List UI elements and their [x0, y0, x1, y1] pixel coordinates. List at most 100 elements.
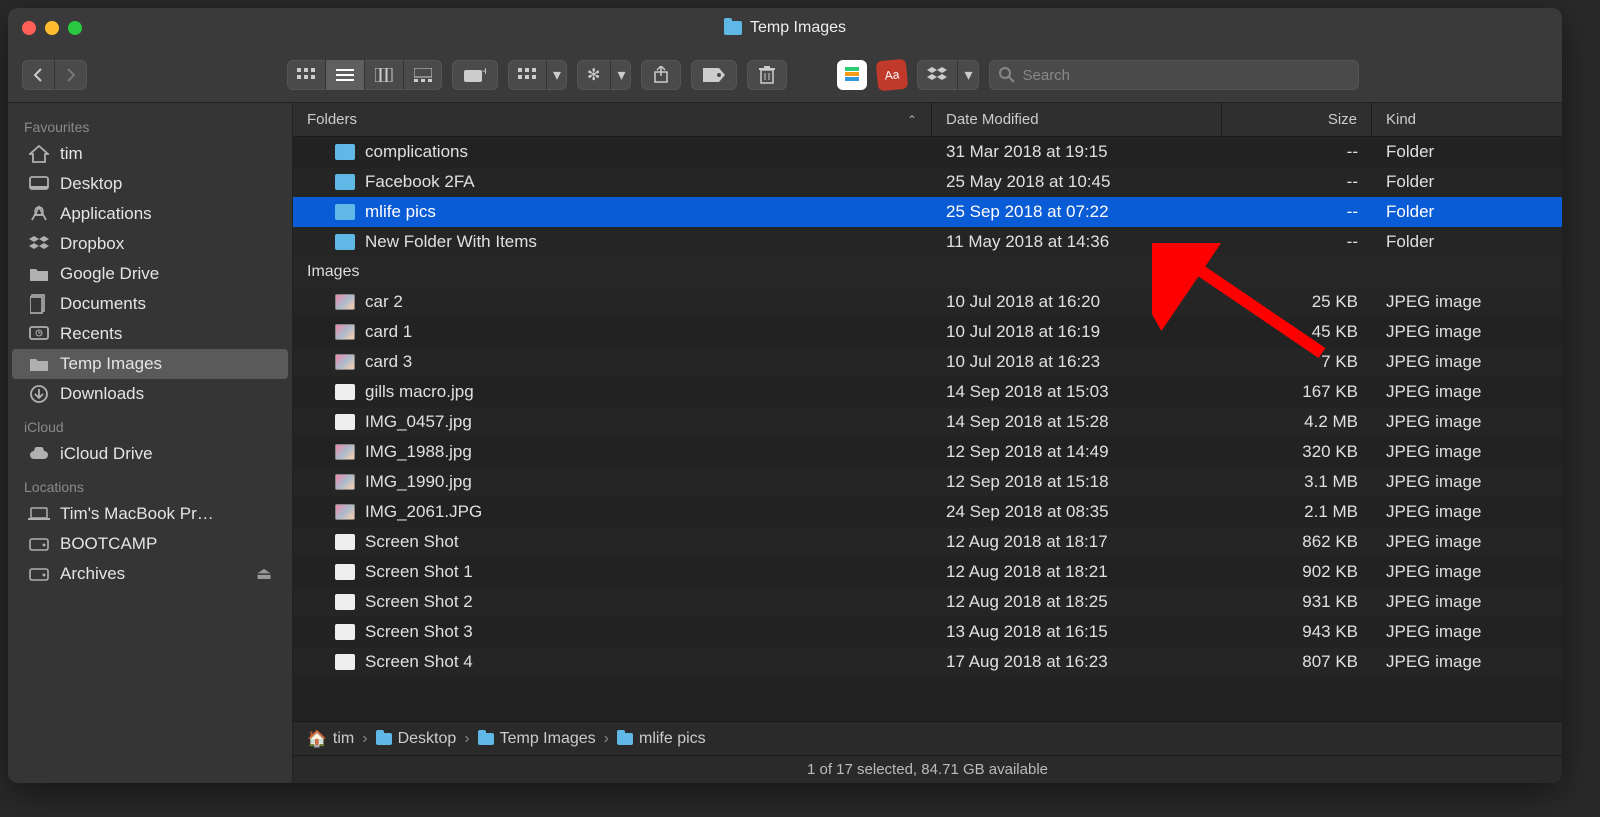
folder-icon [28, 355, 50, 373]
path-bar[interactable]: 🏠tim›Desktop›Temp Images›mlife pics [293, 721, 1562, 755]
file-size: 2.1 MB [1222, 502, 1372, 522]
path-separator: › [464, 730, 469, 748]
sidebar-item[interactable]: BOOTCAMP [12, 529, 288, 559]
file-size: -- [1222, 142, 1372, 162]
file-kind: JPEG image [1372, 382, 1562, 402]
gallery-view-button[interactable] [404, 60, 442, 90]
path-segment[interactable]: Desktop [376, 730, 457, 748]
file-name: Facebook 2FA [365, 172, 475, 192]
file-kind: JPEG image [1372, 292, 1562, 312]
file-row[interactable]: complications31 Mar 2018 at 19:15--Folde… [293, 137, 1562, 167]
icon-view-button[interactable] [287, 60, 326, 90]
file-name: card 3 [365, 352, 412, 372]
sidebar-item-label: Archives [60, 564, 125, 584]
sidebar-item-label: Dropbox [60, 234, 124, 254]
column-header-name[interactable]: Folders⌃ [293, 103, 932, 136]
file-icon [335, 144, 355, 160]
sidebar-item-label: iCloud Drive [60, 444, 153, 464]
minimize-window-button[interactable] [45, 21, 59, 35]
dropbox-icon [917, 60, 958, 90]
column-header-date[interactable]: Date Modified [932, 103, 1222, 136]
file-kind: JPEG image [1372, 352, 1562, 372]
doc-icon [28, 295, 50, 313]
dictionary-shortcut[interactable] [876, 59, 909, 92]
file-row[interactable]: car 210 Jul 2018 at 16:2025 KBJPEG image [293, 287, 1562, 317]
file-row[interactable]: Facebook 2FA25 May 2018 at 10:45--Folder [293, 167, 1562, 197]
file-row[interactable]: IMG_0457.jpg14 Sep 2018 at 15:284.2 MBJP… [293, 407, 1562, 437]
search-field[interactable] [989, 60, 1359, 90]
forward-button[interactable] [55, 60, 87, 90]
zoom-window-button[interactable] [68, 21, 82, 35]
sidebar-item[interactable]: Applications [12, 199, 288, 229]
sidebar-item[interactable]: Downloads [12, 379, 288, 409]
column-header-kind[interactable]: Kind [1372, 103, 1562, 136]
sidebar-item[interactable]: Google Drive [12, 259, 288, 289]
file-size: -- [1222, 202, 1372, 222]
sidebar-item[interactable]: Archives ⏏ [12, 559, 288, 589]
file-list[interactable]: complications31 Mar 2018 at 19:15--Folde… [293, 137, 1562, 721]
column-header-size[interactable]: Size [1222, 103, 1372, 136]
tags-button[interactable] [691, 60, 737, 90]
sidebar-section-header: Locations [8, 469, 292, 499]
action-menu[interactable]: ✻ ▾ [577, 60, 631, 90]
sidebar-item[interactable]: Temp Images [12, 349, 288, 379]
sidebar-item[interactable]: Tim's MacBook Pr… [12, 499, 288, 529]
sidebar-item[interactable]: Desktop [12, 169, 288, 199]
file-icon [335, 564, 355, 580]
svg-text:+: + [482, 67, 486, 78]
path-segment[interactable]: Temp Images [478, 730, 596, 748]
file-kind: JPEG image [1372, 592, 1562, 612]
eject-icon[interactable]: ⏏ [256, 564, 272, 584]
sidebar-item[interactable]: Dropbox [12, 229, 288, 259]
file-row[interactable]: mlife pics25 Sep 2018 at 07:22--Folder [293, 197, 1562, 227]
file-row[interactable]: Screen Shot 112 Aug 2018 at 18:21902 KBJ… [293, 557, 1562, 587]
file-name: mlife pics [365, 202, 436, 222]
file-icon [335, 504, 355, 520]
app-shortcut-1[interactable] [837, 60, 867, 90]
file-row[interactable]: Screen Shot 212 Aug 2018 at 18:25931 KBJ… [293, 587, 1562, 617]
back-button[interactable] [22, 60, 55, 90]
file-kind: Folder [1372, 232, 1562, 252]
file-kind: JPEG image [1372, 442, 1562, 462]
close-window-button[interactable] [22, 21, 36, 35]
file-date: 17 Aug 2018 at 16:23 [932, 652, 1222, 672]
toolbar: + ▾ ✻ ▾ ▾ [8, 48, 1562, 103]
file-row[interactable]: card 110 Jul 2018 at 16:1945 KBJPEG imag… [293, 317, 1562, 347]
column-view-button[interactable] [365, 60, 404, 90]
sidebar-item[interactable]: Documents [12, 289, 288, 319]
finder-window: Temp Images + ▾ ✻ ▾ ▾ [8, 8, 1562, 783]
path-segment[interactable]: mlife pics [617, 730, 706, 748]
share-button[interactable] [641, 60, 681, 90]
sidebar-section-header: Favourites [8, 109, 292, 139]
sidebar-item-label: Google Drive [60, 264, 159, 284]
path-segment[interactable]: 🏠tim [307, 729, 354, 749]
file-row[interactable]: IMG_1988.jpg12 Sep 2018 at 14:49320 KBJP… [293, 437, 1562, 467]
arrange-menu[interactable]: ▾ [508, 60, 567, 90]
search-input[interactable] [1023, 67, 1349, 84]
file-row[interactable]: card 310 Jul 2018 at 16:237 KBJPEG image [293, 347, 1562, 377]
titlebar[interactable]: Temp Images [8, 8, 1562, 48]
file-row[interactable]: Screen Shot 417 Aug 2018 at 16:23807 KBJ… [293, 647, 1562, 677]
file-icon [335, 594, 355, 610]
file-row[interactable]: Screen Shot 313 Aug 2018 at 16:15943 KBJ… [293, 617, 1562, 647]
file-row[interactable]: IMG_2061.JPG24 Sep 2018 at 08:352.1 MBJP… [293, 497, 1562, 527]
dropbox-menu[interactable]: ▾ [917, 60, 978, 90]
file-row[interactable]: gills macro.jpg14 Sep 2018 at 15:03167 K… [293, 377, 1562, 407]
sidebar-item[interactable]: Recents [12, 319, 288, 349]
new-folder-button[interactable]: + [452, 60, 498, 90]
download-icon [28, 385, 50, 403]
laptop-icon [28, 505, 50, 523]
folder-icon [376, 733, 392, 745]
sidebar-item[interactable]: tim [12, 139, 288, 169]
sidebar-item[interactable]: iCloud Drive [12, 439, 288, 469]
file-size: 3.1 MB [1222, 472, 1372, 492]
file-date: 31 Mar 2018 at 19:15 [932, 142, 1222, 162]
file-size: -- [1222, 232, 1372, 252]
trash-button[interactable] [747, 60, 787, 90]
sidebar[interactable]: FavouritestimDesktopApplications Dropbox G… [8, 103, 293, 783]
file-row[interactable]: IMG_1990.jpg12 Sep 2018 at 15:183.1 MBJP… [293, 467, 1562, 497]
list-view-button[interactable] [326, 60, 365, 90]
file-kind: JPEG image [1372, 622, 1562, 642]
file-row[interactable]: New Folder With Items11 May 2018 at 14:3… [293, 227, 1562, 257]
file-row[interactable]: Screen Shot12 Aug 2018 at 18:17862 KBJPE… [293, 527, 1562, 557]
